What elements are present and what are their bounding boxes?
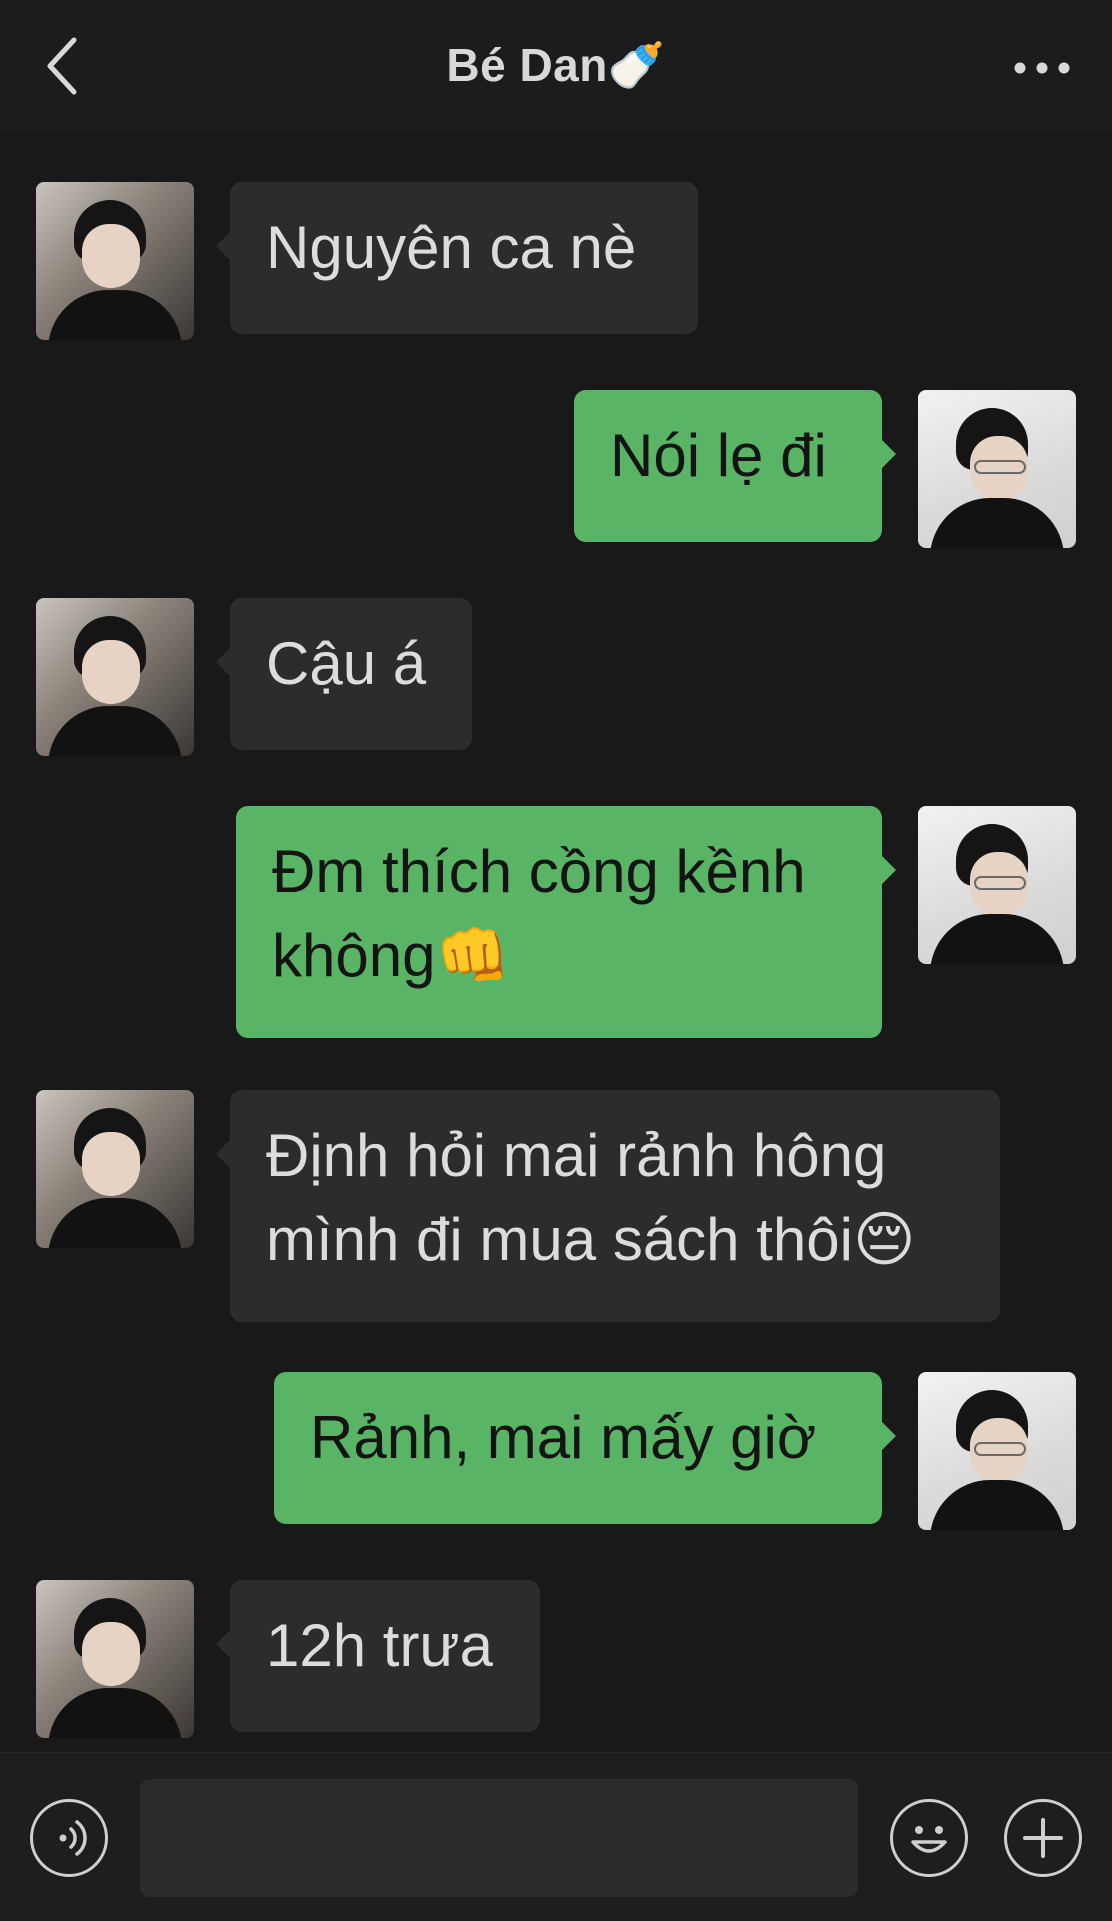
message-input[interactable] bbox=[140, 1779, 858, 1897]
my-avatar[interactable] bbox=[918, 1372, 1076, 1530]
my-avatar[interactable] bbox=[918, 390, 1076, 548]
more-button[interactable] bbox=[1012, 54, 1072, 82]
message-bubble[interactable]: Rảnh, mai mấy giờ bbox=[274, 1372, 896, 1524]
voice-button[interactable] bbox=[30, 1799, 108, 1877]
chat-header: Bé Dan🍼 bbox=[0, 0, 1112, 132]
friend-avatar[interactable] bbox=[36, 1580, 194, 1738]
friend-avatar[interactable] bbox=[36, 598, 194, 756]
emoji-icon bbox=[911, 1826, 947, 1853]
message-bubble[interactable]: Nói lẹ đi bbox=[574, 390, 896, 542]
friend-avatar[interactable] bbox=[36, 1090, 194, 1248]
message-bubble[interactable]: Nguyên ca nè bbox=[216, 182, 698, 334]
voice-icon bbox=[59, 1820, 87, 1856]
add-button[interactable] bbox=[1004, 1799, 1082, 1877]
message-bubble[interactable]: Định hỏi mai rảnh hông mình đi mua sách … bbox=[216, 1090, 1000, 1322]
message-bubble[interactable]: Đm thích cồng kềnh không👊 bbox=[236, 806, 896, 1038]
my-avatar[interactable] bbox=[918, 806, 1076, 964]
message-bubble[interactable]: 12h trưa bbox=[216, 1580, 540, 1732]
friend-avatar[interactable] bbox=[36, 182, 194, 340]
message-bubble[interactable]: Cậu á bbox=[216, 598, 472, 750]
chat-title: Bé Dan🍼 bbox=[446, 39, 666, 91]
emoji-button[interactable] bbox=[890, 1799, 968, 1877]
more-horizontal-icon bbox=[1014, 62, 1070, 74]
plus-circle-icon bbox=[1023, 1818, 1063, 1858]
input-bar bbox=[0, 1752, 1112, 1921]
